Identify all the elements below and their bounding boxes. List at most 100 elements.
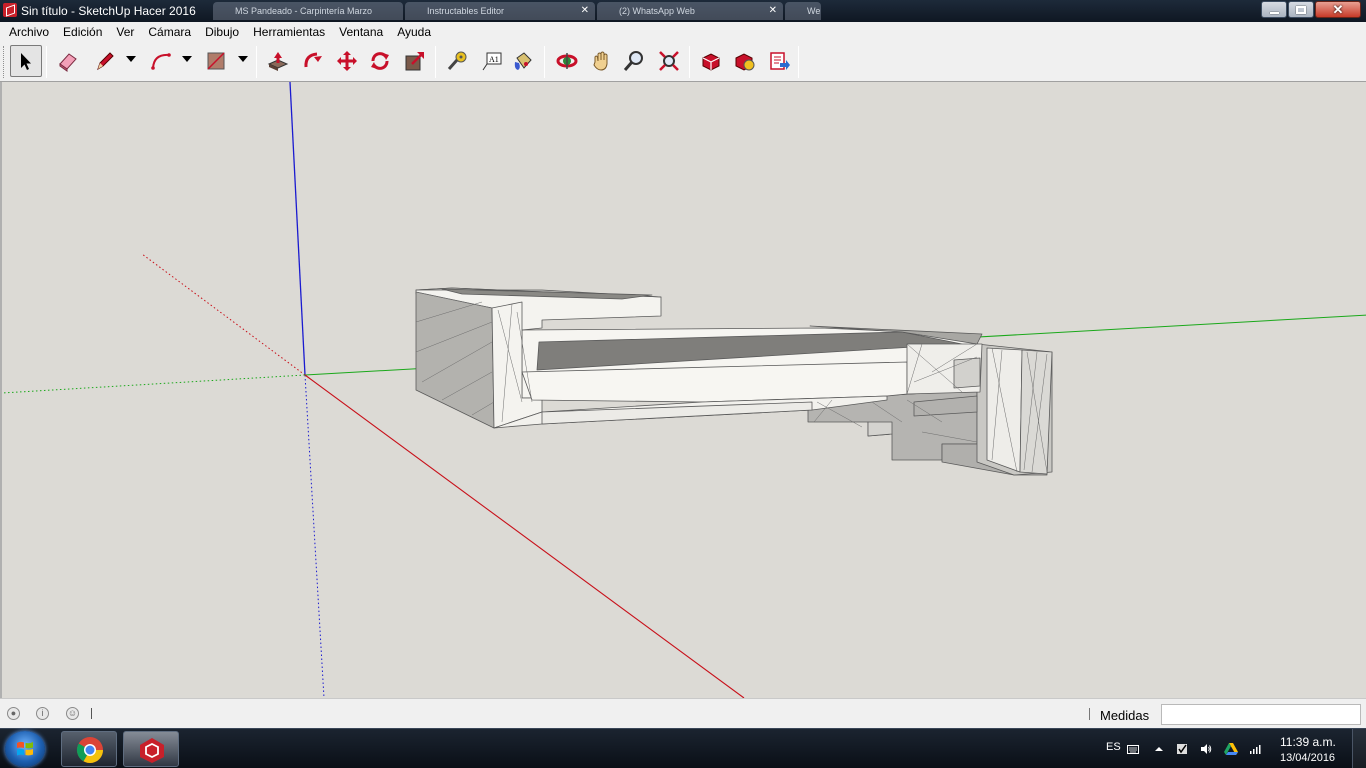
taskbar-chrome-button[interactable] bbox=[61, 731, 117, 767]
menu-ayuda[interactable]: Ayuda bbox=[390, 22, 438, 42]
status-text-caret bbox=[91, 708, 92, 719]
move-icon bbox=[337, 51, 357, 71]
rectangle-icon bbox=[207, 52, 225, 70]
tape-measure-tool-button[interactable] bbox=[441, 45, 473, 77]
orbit-tool-button[interactable] bbox=[551, 45, 583, 77]
background-tab[interactable]: Instructables Editor ✕ bbox=[405, 2, 595, 20]
magnifier-icon bbox=[623, 51, 643, 71]
eraser-icon bbox=[59, 53, 77, 72]
rectangle-tool-button[interactable] bbox=[200, 45, 232, 77]
clock-time[interactable]: 11:39 a.m. bbox=[1280, 735, 1336, 749]
red-axis-negative bbox=[141, 253, 306, 376]
tape-measure-icon bbox=[447, 51, 467, 70]
maximize-button[interactable] bbox=[1288, 1, 1314, 18]
menu-ventana[interactable]: Ventana bbox=[332, 22, 390, 42]
menu-herramientas[interactable]: Herramientas bbox=[246, 22, 332, 42]
start-button[interactable] bbox=[5, 731, 45, 767]
rotate-tool-button[interactable] bbox=[364, 45, 396, 77]
close-icon: ✕ bbox=[1332, 2, 1344, 17]
move-tool-button[interactable] bbox=[331, 45, 363, 77]
window-title: Sin título - SketchUp Hacer 2016 bbox=[21, 4, 196, 18]
pencil-tool-button[interactable] bbox=[89, 45, 121, 77]
volume-icon[interactable] bbox=[1200, 743, 1212, 755]
clock-date[interactable]: 13/04/2016 bbox=[1280, 752, 1335, 764]
arc-icon bbox=[151, 53, 171, 70]
background-tab-label: Instructables Editor bbox=[427, 6, 505, 16]
toolbar-grip[interactable] bbox=[3, 46, 6, 78]
arc-tool-button[interactable] bbox=[145, 45, 177, 77]
follow-me-icon bbox=[304, 52, 322, 68]
paint-bucket-icon bbox=[514, 52, 532, 70]
close-tab-icon[interactable]: ✕ bbox=[581, 5, 589, 16]
background-tab[interactable]: Web bbox=[785, 2, 821, 20]
taskbar-sketchup-button[interactable] bbox=[123, 731, 179, 767]
arc-dropdown-arrow-icon[interactable] bbox=[182, 56, 192, 62]
toolbar-separator bbox=[46, 46, 47, 78]
blue-axis-positive bbox=[289, 82, 306, 376]
windows-taskbar: ES 11:39 a.m. 13/04/2016 bbox=[0, 728, 1366, 768]
svg-text:A1: A1 bbox=[489, 55, 499, 64]
keyboard-icon[interactable] bbox=[1127, 743, 1139, 755]
toolbar-separator bbox=[256, 46, 257, 78]
status-separator bbox=[1089, 708, 1090, 720]
status-bar: ● i ☺ Medidas bbox=[0, 698, 1366, 728]
background-tab-label: MS Pandeado - Carpintería Marzo bbox=[235, 6, 373, 16]
select-tool-button[interactable] bbox=[10, 45, 42, 77]
scale-tool-button[interactable] bbox=[399, 45, 431, 77]
menu-bar: Archivo Edición Ver Cámara Dibujo Herram… bbox=[0, 22, 1366, 42]
geo-location-icon[interactable]: ● bbox=[7, 707, 20, 720]
rectangle-dropdown-arrow-icon[interactable] bbox=[238, 56, 248, 62]
toolbar-separator bbox=[435, 46, 436, 78]
getting-started-toolbar: A1 bbox=[0, 42, 1366, 82]
pencil-dropdown-arrow-icon[interactable] bbox=[126, 56, 136, 62]
pan-tool-button[interactable] bbox=[585, 45, 617, 77]
scale-icon bbox=[405, 52, 424, 71]
network-signal-icon[interactable] bbox=[1249, 743, 1261, 755]
close-tab-icon[interactable]: ✕ bbox=[769, 5, 777, 16]
toolbar-separator bbox=[798, 46, 799, 78]
green-axis-negative bbox=[2, 374, 306, 394]
windows-logo-icon bbox=[17, 741, 33, 756]
language-indicator[interactable]: ES bbox=[1106, 741, 1121, 753]
menu-ver[interactable]: Ver bbox=[109, 22, 141, 42]
zoom-extents-tool-button[interactable] bbox=[653, 45, 685, 77]
close-button[interactable]: ✕ bbox=[1315, 1, 1361, 18]
background-tab-label: Web bbox=[807, 6, 821, 16]
pencil-icon bbox=[97, 52, 114, 71]
3d-warehouse-icon bbox=[702, 53, 720, 71]
menu-dibujo[interactable]: Dibujo bbox=[198, 22, 246, 42]
user-account-icon[interactable]: ☺ bbox=[66, 707, 79, 720]
eraser-tool-button[interactable] bbox=[52, 45, 84, 77]
minimize-button[interactable] bbox=[1261, 1, 1287, 18]
action-center-icon[interactable] bbox=[1176, 743, 1188, 755]
background-tab[interactable]: MS Pandeado - Carpintería Marzo bbox=[213, 2, 403, 20]
zoom-extents-icon bbox=[659, 51, 679, 71]
background-tab-label: (2) WhatsApp Web bbox=[619, 6, 695, 16]
drawing-viewport[interactable] bbox=[0, 82, 1366, 698]
menu-archivo[interactable]: Archivo bbox=[2, 22, 56, 42]
3d-model[interactable] bbox=[415, 287, 1053, 476]
hand-icon bbox=[593, 51, 608, 71]
push-pull-icon bbox=[267, 52, 289, 71]
send-to-layout-tool-button[interactable] bbox=[764, 45, 796, 77]
follow-me-tool-button[interactable] bbox=[297, 45, 329, 77]
3d-warehouse-tool-button[interactable] bbox=[695, 45, 727, 77]
measurements-label: Medidas bbox=[1100, 708, 1150, 723]
background-tab[interactable]: (2) WhatsApp Web ✕ bbox=[597, 2, 783, 20]
model-scene[interactable] bbox=[2, 82, 1366, 698]
push-pull-tool-button[interactable] bbox=[262, 45, 294, 77]
google-drive-icon[interactable] bbox=[1224, 743, 1238, 755]
rotate-icon bbox=[371, 52, 389, 70]
credits-info-icon[interactable]: i bbox=[36, 707, 49, 720]
paint-bucket-tool-button[interactable] bbox=[507, 45, 539, 77]
extension-warehouse-tool-button[interactable] bbox=[729, 45, 761, 77]
menu-camara[interactable]: Cámara bbox=[141, 22, 198, 42]
show-hidden-icons-icon[interactable] bbox=[1153, 743, 1165, 755]
measurements-input[interactable] bbox=[1161, 704, 1361, 725]
show-desktop-button[interactable] bbox=[1352, 729, 1366, 768]
text-tool-button[interactable]: A1 bbox=[476, 45, 508, 77]
zoom-tool-button[interactable] bbox=[618, 45, 650, 77]
text-icon: A1 bbox=[482, 52, 502, 71]
menu-edicion[interactable]: Edición bbox=[56, 22, 109, 42]
restore-icon bbox=[1296, 5, 1306, 14]
